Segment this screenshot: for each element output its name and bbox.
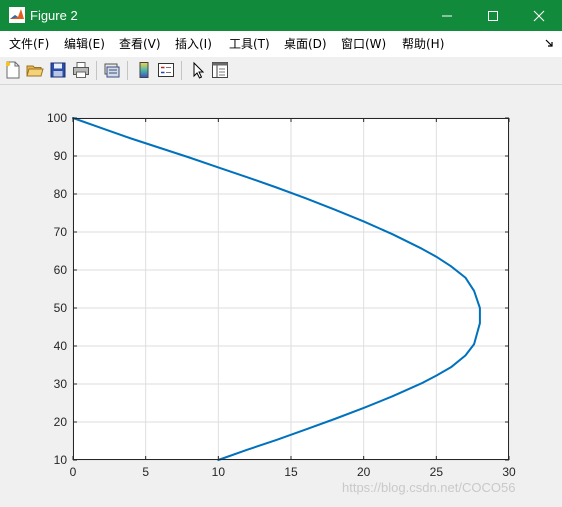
save-icon[interactable] [49,61,67,79]
minimize-button[interactable] [424,0,470,31]
y-tick-label: 60 [54,263,68,277]
maximize-icon [488,10,498,21]
x-tick-label: 20 [357,465,371,479]
maximize-button[interactable] [470,0,516,31]
property-inspector-icon[interactable] [211,61,229,79]
y-tick-label: 50 [54,301,68,315]
title-bar: Figure 2 [0,0,562,31]
matlab-icon [9,7,25,23]
toolbar-separator [181,61,182,80]
dock-figure-icon[interactable] [545,39,554,48]
close-icon [533,10,545,21]
y-tick-label: 70 [54,225,68,239]
new-figure-icon[interactable] [4,61,22,79]
y-tick-label: 30 [54,377,68,391]
print-icon[interactable] [72,61,90,79]
menu-insert[interactable]: 插入(I) [175,36,212,52]
y-tick-label: 100 [47,111,67,125]
insert-colorbar-icon[interactable] [135,61,153,79]
watermark-text: https://blog.csdn.net/COCO56 [342,480,516,495]
x-tick-label: 15 [284,465,298,479]
minimize-icon [442,15,452,16]
menu-desktop[interactable]: 桌面(D) [284,36,327,52]
menu-edit[interactable]: 编辑(E) [64,36,105,52]
menu-window[interactable]: 窗口(W) [341,36,386,52]
menu-view[interactable]: 查看(V) [119,36,161,52]
x-tick-label: 10 [212,465,226,479]
y-tick-label: 80 [54,187,68,201]
x-tick-label: 30 [502,465,516,479]
menu-help[interactable]: 帮助(H) [402,36,444,52]
insert-legend-icon[interactable] [157,61,175,79]
y-tick-label: 20 [54,415,68,429]
figure-toolbar [0,57,562,85]
toolbar-separator [96,61,97,80]
toolbar-separator [127,61,128,80]
y-tick-label: 10 [54,453,68,467]
link-plot-icon[interactable] [103,61,121,79]
x-tick-label: 0 [70,465,77,479]
menu-bar: 文件(F) 编辑(E) 查看(V) 插入(I) 工具(T) 桌面(D) 窗口(W… [0,31,562,57]
y-tick-label: 40 [54,339,68,353]
plot-axes[interactable]: 0 5 10 15 20 25 30 10 20 30 40 50 60 70 80 90 100 [0,85,562,505]
open-file-icon[interactable] [26,61,44,79]
close-button[interactable] [516,0,562,31]
x-tick-label: 5 [142,465,149,479]
y-tick-label: 90 [54,149,68,163]
window-title: Figure 2 [30,8,78,23]
x-tick-label: 25 [430,465,444,479]
menu-file[interactable]: 文件(F) [9,36,49,52]
edit-plot-icon[interactable] [189,61,207,79]
menu-tools[interactable]: 工具(T) [229,36,270,52]
